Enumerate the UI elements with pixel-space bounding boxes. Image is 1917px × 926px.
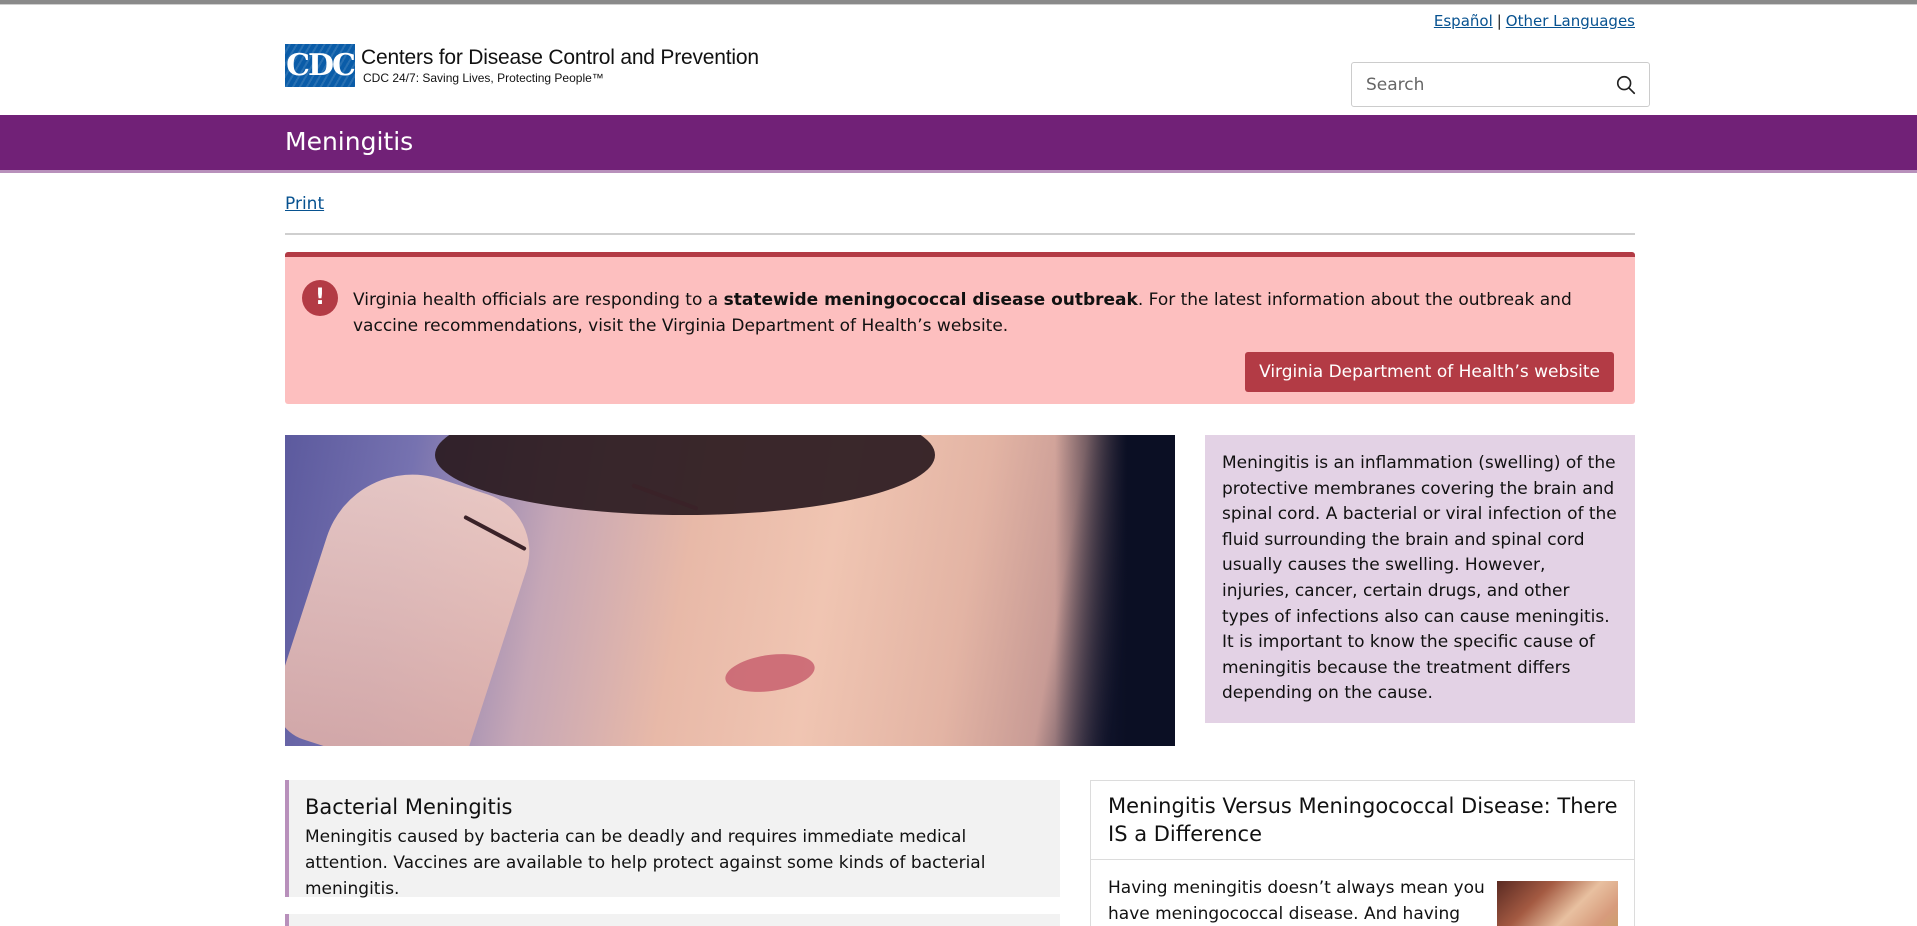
- search-box: [1351, 62, 1650, 107]
- cdc-logo-mark: CDC: [285, 44, 355, 87]
- bacterial-card-title: Bacterial Meningitis: [305, 795, 513, 819]
- lang-separator: |: [1496, 12, 1502, 30]
- photo-lips: [722, 648, 818, 698]
- versus-card-text: Having meningitis doesn’t always mean yo…: [1108, 878, 1485, 924]
- next-card[interactable]: [285, 914, 1060, 926]
- photo-shadow: [1055, 435, 1175, 746]
- page-title-band: Meningitis: [0, 115, 1917, 173]
- headache-photo: [285, 435, 1175, 746]
- page-title: Meningitis: [285, 127, 414, 156]
- alert-text-start: Virginia health officials are responding…: [353, 290, 724, 310]
- search-input[interactable]: [1366, 74, 1615, 95]
- top-border: [0, 0, 1917, 5]
- search-icon[interactable]: [1615, 74, 1637, 96]
- alert-text-bold: statewide meningococcal disease outbreak: [723, 290, 1138, 310]
- alert-message: Virginia health officials are responding…: [353, 287, 1583, 339]
- print-link[interactable]: Print: [285, 194, 324, 214]
- divider: [285, 233, 1635, 235]
- exclamation-icon: !: [302, 280, 338, 316]
- definition-text: Meningitis is an inflammation (swelling)…: [1222, 453, 1617, 704]
- versus-card-title: Meningitis Versus Meningococcal Disease:…: [1091, 781, 1634, 860]
- language-links: Español | Other Languages: [1434, 12, 1635, 30]
- espanol-link[interactable]: Español: [1434, 12, 1493, 30]
- cdc-logo[interactable]: CDC Centers for Disease Control and Prev…: [285, 44, 759, 87]
- versus-card: Meningitis Versus Meningococcal Disease:…: [1090, 780, 1635, 926]
- logo-text: Centers for Disease Control and Preventi…: [361, 46, 759, 85]
- vdh-website-button[interactable]: Virginia Department of Health’s website: [1245, 352, 1614, 392]
- bacterial-meningitis-card[interactable]: Bacterial Meningitis Meningitis caused b…: [285, 780, 1060, 899]
- tagline: CDC 24/7: Saving Lives, Protecting Peopl…: [363, 71, 604, 85]
- bacterial-card-text: Meningitis caused by bacteria can be dea…: [305, 827, 986, 899]
- outbreak-alert: ! Virginia health officials are respondi…: [285, 252, 1635, 404]
- org-name: Centers for Disease Control and Preventi…: [361, 46, 759, 69]
- versus-card-thumbnail: [1497, 881, 1618, 926]
- definition-box: Meningitis is an inflammation (swelling)…: [1205, 435, 1635, 723]
- other-languages-link[interactable]: Other Languages: [1506, 12, 1635, 30]
